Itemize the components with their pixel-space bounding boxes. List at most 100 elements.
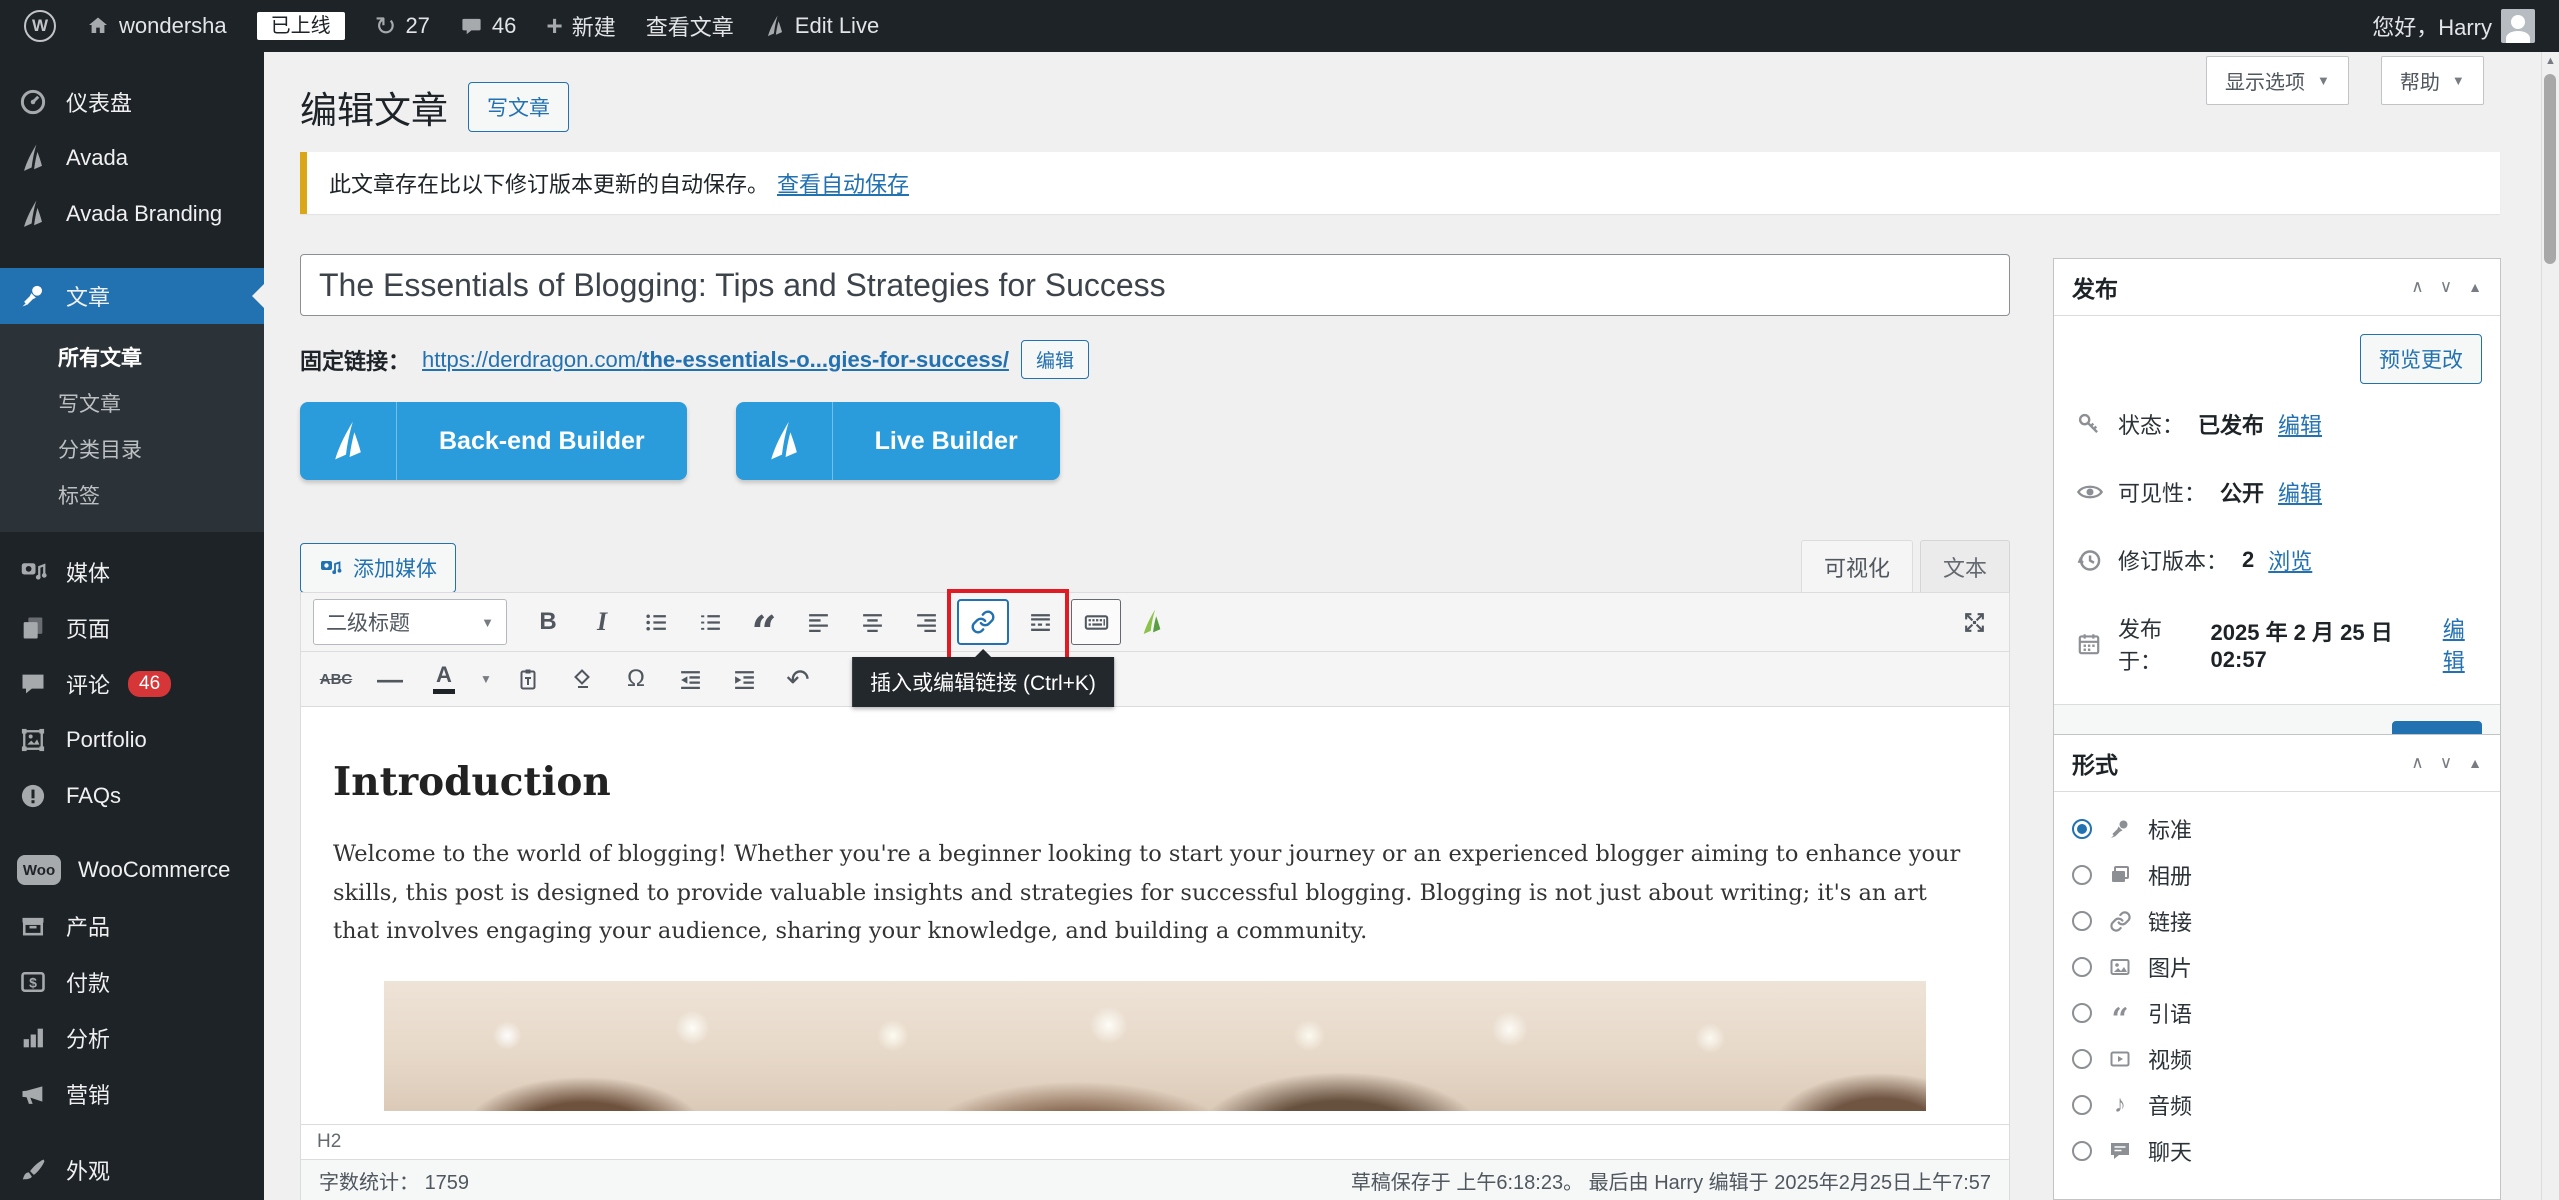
- radio[interactable]: [2072, 911, 2092, 931]
- updates-menu[interactable]: ↻ 27: [375, 13, 430, 39]
- sidebar-item-analytics[interactable]: 分析: [0, 1010, 264, 1066]
- new-content-menu[interactable]: + 新建: [546, 10, 615, 42]
- editor-content[interactable]: Introduction Welcome to the world of blo…: [301, 707, 2009, 1124]
- format-option-chat[interactable]: 聊天: [2072, 1128, 2482, 1174]
- wp-logo-menu[interactable]: W: [24, 10, 56, 42]
- paste-as-text-button[interactable]: [505, 657, 551, 701]
- toolbar-toggle-button[interactable]: [1071, 599, 1121, 645]
- text-color-button[interactable]: A: [421, 657, 467, 701]
- account-menu[interactable]: 您好，Harry: [2372, 9, 2535, 43]
- sidebar-item-faqs[interactable]: FAQs: [0, 768, 264, 824]
- sidebar-item-payments[interactable]: $ 付款: [0, 954, 264, 1010]
- format-option-video[interactable]: 视频: [2072, 1036, 2482, 1082]
- scrollbar-up-arrow[interactable]: ▲: [2542, 52, 2559, 70]
- edit-published-link[interactable]: 编辑: [2443, 612, 2482, 676]
- undo-button[interactable]: ↶: [775, 657, 821, 701]
- site-menu[interactable]: wondersha: [86, 13, 227, 39]
- radio[interactable]: [2072, 1141, 2092, 1161]
- scrollbar-thumb[interactable]: [2544, 74, 2556, 264]
- strikethrough-button[interactable]: ABC: [313, 657, 359, 701]
- content-image[interactable]: [384, 981, 1926, 1111]
- insert-link-button[interactable]: 插入或编辑链接 (Ctrl+K): [957, 599, 1009, 645]
- order-up-icon[interactable]: ∧: [2411, 753, 2423, 773]
- collapse-toggle-icon[interactable]: ▲: [2468, 279, 2482, 295]
- numbered-list-button[interactable]: [687, 600, 733, 644]
- italic-button[interactable]: I: [579, 600, 625, 644]
- read-more-button[interactable]: [1017, 600, 1063, 644]
- sidebar-item-portfolio[interactable]: Portfolio: [0, 712, 264, 768]
- radio[interactable]: [2072, 1095, 2092, 1115]
- post-title-input[interactable]: [300, 254, 2010, 316]
- collapse-toggle-icon[interactable]: ▲: [2468, 755, 2482, 771]
- align-right-button[interactable]: [903, 600, 949, 644]
- sidebar-item-comments[interactable]: 评论 46: [0, 656, 264, 712]
- view-post-link[interactable]: 查看文章: [646, 10, 734, 42]
- format-option-gallery[interactable]: 相册: [2072, 852, 2482, 898]
- view-autosave-link[interactable]: 查看自动保存: [777, 167, 909, 199]
- screen-options-button[interactable]: 显示选项 ▼: [2206, 56, 2349, 105]
- format-option-audio[interactable]: ♪ 音频: [2072, 1082, 2482, 1128]
- submenu-all-posts[interactable]: 所有文章: [0, 334, 264, 380]
- radio[interactable]: [2072, 1003, 2092, 1023]
- special-character-button[interactable]: Ω: [613, 657, 659, 701]
- radio[interactable]: [2072, 957, 2092, 977]
- order-down-icon[interactable]: ∨: [2440, 753, 2452, 773]
- horizontal-rule-button[interactable]: —: [367, 657, 413, 701]
- add-media-button[interactable]: 添加媒体: [300, 543, 456, 593]
- heading-format-select[interactable]: 二级标题 ▼: [313, 599, 507, 645]
- help-button[interactable]: 帮助 ▼: [2381, 56, 2484, 105]
- element-path[interactable]: H2: [317, 1131, 341, 1153]
- sidebar-item-avada[interactable]: Avada: [0, 130, 264, 186]
- tab-text[interactable]: 文本: [1920, 540, 2010, 593]
- text-color-caret-button[interactable]: ▼: [475, 657, 497, 701]
- submenu-categories[interactable]: 分类目录: [0, 426, 264, 472]
- sidebar-item-avada-branding[interactable]: Avada Branding: [0, 186, 264, 242]
- format-box-header[interactable]: 形式 ∧ ∨ ▲: [2054, 735, 2500, 792]
- tab-visual[interactable]: 可视化: [1801, 540, 1913, 593]
- browse-revisions-link[interactable]: 浏览: [2268, 544, 2312, 576]
- edit-visibility-link[interactable]: 编辑: [2278, 476, 2322, 508]
- sidebar-item-media[interactable]: 媒体: [0, 544, 264, 600]
- order-up-icon[interactable]: ∧: [2411, 277, 2423, 297]
- avada-shortcodes-button[interactable]: [1129, 600, 1175, 644]
- backend-builder-button[interactable]: Back-end Builder: [300, 402, 687, 480]
- submenu-new-post[interactable]: 写文章: [0, 380, 264, 426]
- clear-formatting-button[interactable]: [559, 657, 605, 701]
- comments-menu[interactable]: 46: [460, 13, 516, 39]
- edit-permalink-button[interactable]: 编辑: [1021, 340, 1089, 379]
- sidebar-item-dashboard[interactable]: 仪表盘: [0, 74, 264, 130]
- publish-box-header[interactable]: 发布 ∧ ∨ ▲: [2054, 259, 2500, 316]
- sidebar-item-pages[interactable]: 页面: [0, 600, 264, 656]
- sidebar-item-products[interactable]: 产品: [0, 898, 264, 954]
- radio[interactable]: [2072, 865, 2092, 885]
- live-builder-button[interactable]: Live Builder: [736, 402, 1060, 480]
- page-scrollbar[interactable]: ▲: [2541, 52, 2559, 1200]
- align-left-button[interactable]: [795, 600, 841, 644]
- fullscreen-button[interactable]: [1951, 600, 1997, 644]
- edit-status-link[interactable]: 编辑: [2278, 408, 2322, 440]
- sidebar-item-posts[interactable]: 文章: [0, 268, 264, 324]
- sidebar-item-appearance[interactable]: 外观: [0, 1142, 264, 1198]
- format-option-image[interactable]: 图片: [2072, 944, 2482, 990]
- sidebar-item-marketing[interactable]: 营销: [0, 1066, 264, 1122]
- add-new-post-button[interactable]: 写文章: [468, 82, 569, 132]
- page-header: 编辑文章 写文章: [300, 80, 569, 134]
- permalink-link[interactable]: https://derdragon.com/the-essentials-o..…: [422, 347, 1009, 373]
- preview-changes-button[interactable]: 预览更改: [2360, 334, 2482, 384]
- indent-button[interactable]: [721, 657, 767, 701]
- environment-badge[interactable]: 已上线: [257, 12, 345, 40]
- bold-button[interactable]: B: [525, 600, 571, 644]
- radio[interactable]: [2072, 1049, 2092, 1069]
- format-option-link[interactable]: 链接: [2072, 898, 2482, 944]
- edit-live-menu[interactable]: Edit Live: [764, 13, 879, 39]
- blockquote-button[interactable]: “: [741, 589, 787, 655]
- format-option-quote[interactable]: “ 引语: [2072, 990, 2482, 1036]
- bullet-list-button[interactable]: [633, 600, 679, 644]
- radio-selected[interactable]: [2072, 819, 2092, 839]
- outdent-button[interactable]: [667, 657, 713, 701]
- sidebar-item-woocommerce[interactable]: Woo WooCommerce: [0, 842, 264, 898]
- submenu-tags[interactable]: 标签: [0, 472, 264, 518]
- order-down-icon[interactable]: ∨: [2440, 277, 2452, 297]
- align-center-button[interactable]: [849, 600, 895, 644]
- format-option-standard[interactable]: 标准: [2072, 806, 2482, 852]
